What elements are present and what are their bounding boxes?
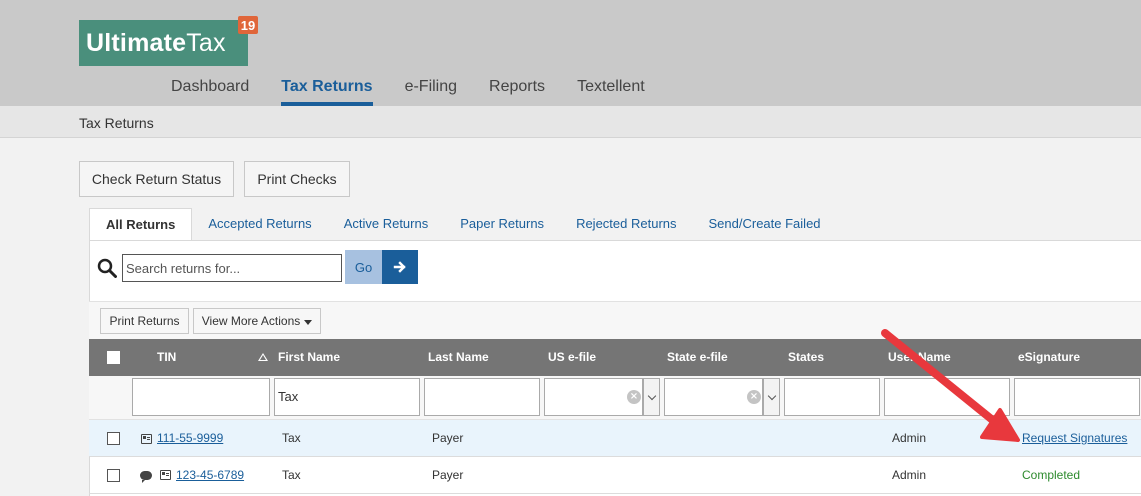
view-more-actions-button[interactable]: View More Actions [193, 308, 321, 334]
search-submit-button[interactable] [382, 250, 418, 284]
user-name-cell: Admin [892, 431, 927, 445]
check-return-status-button[interactable]: Check Return Status [79, 161, 234, 197]
nav-tax-returns[interactable]: Tax Returns [281, 77, 373, 106]
user-name-cell: Admin [892, 468, 927, 482]
tab-paper-returns[interactable]: Paper Returns [444, 208, 560, 240]
clear-icon[interactable]: × [747, 390, 761, 404]
nav-dashboard[interactable]: Dashboard [171, 77, 249, 106]
search-input[interactable] [122, 254, 342, 282]
search-icon [97, 258, 117, 278]
print-returns-button[interactable]: Print Returns [100, 308, 189, 334]
filter-states[interactable] [784, 378, 880, 416]
main-nav: Dashboard Tax Returns e-Filing Reports T… [171, 77, 677, 106]
nav-reports[interactable]: Reports [489, 77, 545, 106]
arrow-right-icon [393, 261, 406, 273]
nav-e-filing[interactable]: e-Filing [405, 77, 457, 106]
id-card-icon [141, 434, 152, 444]
tin-link[interactable]: 123-45-6789 [176, 468, 244, 482]
go-button[interactable]: Go [345, 250, 382, 284]
column-header-user-name[interactable]: User Name [888, 339, 951, 376]
view-more-actions-label: View More Actions [201, 314, 301, 328]
filter-user-name[interactable] [884, 378, 1010, 416]
logo-version-badge: 19 [238, 16, 258, 34]
last-name-cell: Payer [432, 431, 464, 445]
tab-accepted-returns[interactable]: Accepted Returns [192, 208, 327, 240]
tin-link[interactable]: 111-55-9999 [157, 431, 223, 445]
column-header-first-name[interactable]: First Name [278, 339, 340, 376]
column-header-last-name[interactable]: Last Name [428, 339, 489, 376]
filter-us-efile-dropdown[interactable] [643, 378, 660, 416]
logo-text-light: Tax [186, 28, 226, 57]
chevron-down-icon [767, 391, 776, 400]
chevron-down-icon [647, 391, 656, 400]
filter-esignature[interactable] [1014, 378, 1140, 416]
table-row[interactable] [89, 420, 1141, 457]
esignature-status-completed: Completed [1022, 468, 1081, 482]
column-header-esignature[interactable]: eSignature [1018, 339, 1080, 376]
filter-last-name[interactable] [424, 378, 540, 416]
nav-textellent[interactable]: Textellent [577, 77, 645, 106]
filter-state-efile-dropdown[interactable] [763, 378, 780, 416]
breadcrumb-current: Tax Returns [79, 115, 154, 131]
tab-active-returns[interactable]: Active Returns [328, 208, 445, 240]
request-signatures-link[interactable]: Request Signatures [1022, 431, 1127, 445]
id-card-icon [160, 470, 171, 480]
tab-send-create-failed[interactable]: Send/Create Failed [693, 208, 837, 240]
first-name-cell: Tax [282, 468, 301, 482]
first-name-cell: Tax [282, 431, 301, 445]
clear-icon[interactable]: × [627, 390, 641, 404]
row-checkbox[interactable] [107, 469, 120, 482]
sort-ascending-icon[interactable] [258, 353, 268, 361]
column-header-states[interactable]: States [788, 339, 824, 376]
column-header-us-efile[interactable]: US e-file [548, 339, 596, 376]
table-header [89, 339, 1141, 376]
chat-icon [140, 471, 152, 483]
breadcrumb: Tax Returns [0, 106, 1141, 138]
tab-rejected-returns[interactable]: Rejected Returns [560, 208, 692, 240]
filter-tin[interactable] [132, 378, 270, 416]
caret-down-icon [304, 319, 313, 325]
print-checks-button[interactable]: Print Checks [244, 161, 350, 197]
app-logo[interactable]: Ultimate Tax [79, 20, 248, 66]
tab-all-returns[interactable]: All Returns [89, 208, 193, 241]
filter-first-name[interactable]: Tax [274, 378, 420, 416]
column-header-state-efile[interactable]: State e-file [667, 339, 728, 376]
logo-text-bold: Ultimate [86, 28, 187, 57]
table-row[interactable] [89, 457, 1141, 494]
select-all-checkbox[interactable] [107, 351, 120, 364]
column-header-tin[interactable]: TIN [157, 339, 176, 376]
last-name-cell: Payer [432, 468, 464, 482]
returns-tabs: All Returns Accepted Returns Active Retu… [89, 208, 837, 241]
row-checkbox[interactable] [107, 432, 120, 445]
